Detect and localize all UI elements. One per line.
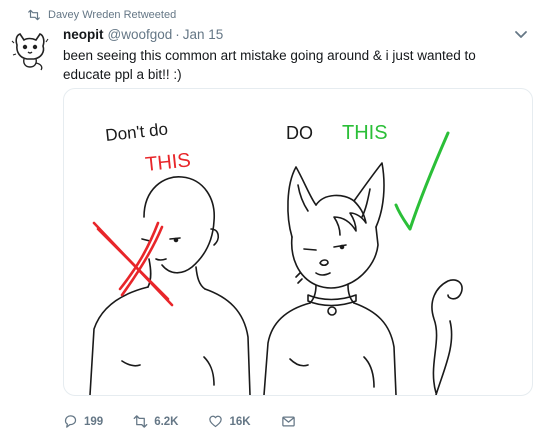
tweet-timestamp[interactable]: Jan 15 — [183, 27, 224, 42]
right-chest-left — [289, 358, 309, 367]
right-tail — [431, 279, 463, 395]
reply-icon — [64, 415, 77, 428]
tweet-actions: 199 6.2K 16K — [63, 414, 332, 429]
right-head-outline — [290, 226, 379, 289]
like-button[interactable]: 16K — [208, 414, 251, 429]
right-nose — [319, 259, 329, 267]
right-shoulder-left — [263, 302, 311, 395]
avatar[interactable] — [8, 27, 54, 73]
left-caption-line-1: Don't do — [104, 120, 168, 145]
reply-count: 199 — [84, 415, 104, 428]
retweet-count: 6.2K — [154, 415, 179, 428]
tweet-media-image[interactable]: Don't do THIS DO THIS — [63, 88, 533, 396]
right-shoulder-right — [353, 302, 397, 395]
retweet-context[interactable]: Davey Wreden Retweeted — [27, 7, 176, 23]
left-mouth — [155, 258, 167, 261]
left-shoulder-left — [89, 286, 149, 395]
right-neck-left — [309, 284, 317, 304]
right-mouth — [315, 272, 331, 276]
heart-icon — [209, 415, 223, 428]
envelope-icon — [281, 416, 295, 427]
left-shoulder-right — [204, 288, 251, 395]
chevron-down-icon[interactable] — [514, 30, 528, 40]
left-head-outline — [143, 176, 215, 274]
left-neck-right — [195, 266, 206, 290]
right-neck-right — [347, 284, 355, 304]
retweet-button[interactable]: 6.2K — [133, 414, 178, 429]
left-chest-left — [121, 360, 141, 367]
right-caption-line-2: THIS — [342, 122, 388, 144]
separator-dot: · — [175, 27, 180, 42]
left-chest-right — [203, 356, 215, 386]
left-eye-left — [141, 238, 151, 242]
like-count: 16K — [229, 415, 251, 428]
right-chest-right — [363, 356, 375, 388]
display-name[interactable]: neopit — [63, 27, 104, 42]
reply-button[interactable]: 199 — [63, 414, 103, 429]
direct-message-button[interactable] — [281, 414, 302, 429]
red-x-mark — [92, 221, 174, 307]
green-check-mark — [394, 131, 450, 231]
right-collar-tag — [327, 306, 337, 316]
retweet-icon — [28, 9, 40, 21]
right-collar — [307, 294, 357, 307]
right-caption-line-1: DO — [286, 123, 313, 143]
tweet-text: been seeing this common art mistake goin… — [63, 48, 476, 82]
user-handle[interactable]: @woofgod — [108, 27, 173, 42]
left-caption-line-2: THIS — [144, 149, 192, 176]
tweet-header: neopit @woofgod · Jan 15 — [63, 27, 223, 42]
retweet-context-text: Davey Wreden Retweeted — [48, 9, 177, 21]
right-ear-left — [287, 166, 317, 238]
cat-doodle-avatar-icon — [11, 33, 49, 71]
retweet-icon — [133, 415, 148, 428]
right-eye-left — [303, 248, 317, 251]
right-hair — [315, 194, 367, 236]
art-comparison-drawing: Don't do THIS DO THIS — [89, 120, 463, 395]
